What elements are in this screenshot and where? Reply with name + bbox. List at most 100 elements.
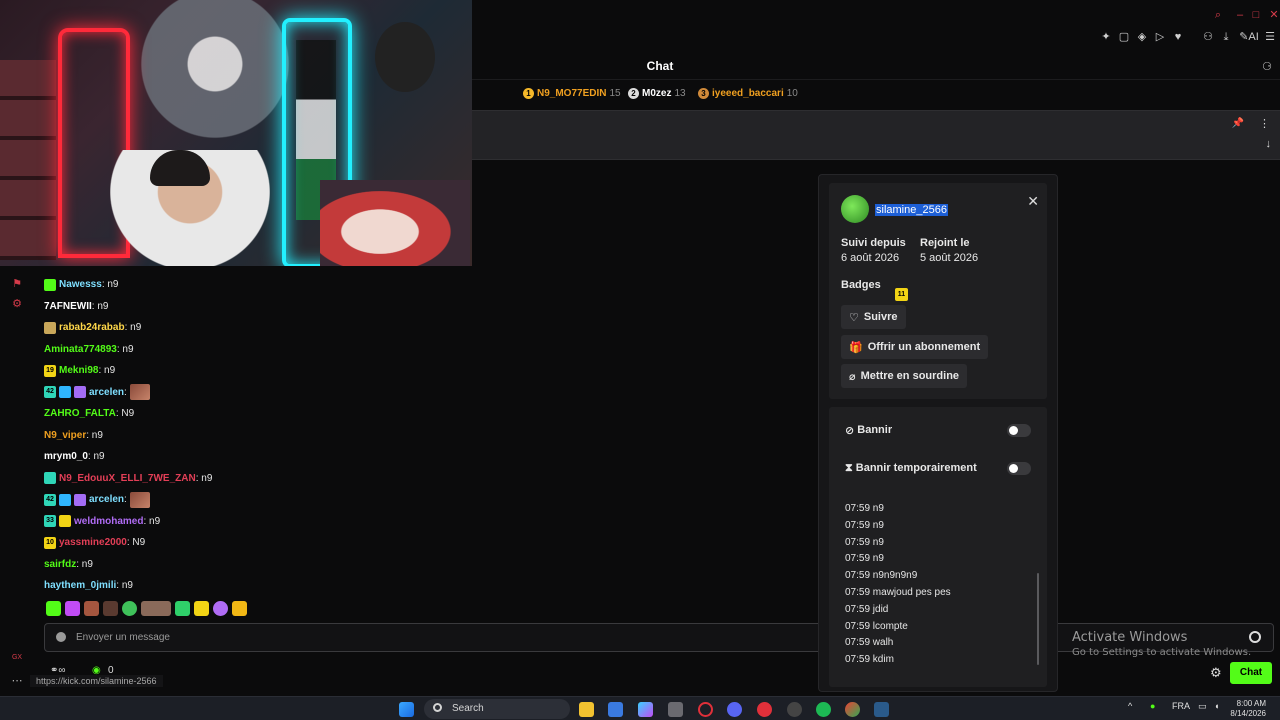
ban-toggle[interactable]: [1007, 423, 1031, 437]
follow-button[interactable]: ♡ Suivre: [841, 305, 906, 329]
leader-3[interactable]: 3 iyeeed_baccari 10: [698, 88, 798, 99]
avatar[interactable]: [841, 195, 869, 223]
shield-icon[interactable]: ◈: [1136, 31, 1148, 43]
emote-icon[interactable]: GX: [11, 654, 23, 666]
window-icon[interactable]: ▢: [1118, 31, 1130, 43]
chat-message: haythem_0jmili: n9: [44, 575, 504, 597]
chat-title: Chat: [646, 59, 674, 73]
chat-username[interactable]: Nawesss: [59, 279, 102, 290]
user-badge: [44, 472, 56, 485]
emote[interactable]: [46, 601, 61, 616]
play-icon[interactable]: ▷: [1154, 31, 1166, 43]
discord-icon[interactable]: [727, 702, 742, 717]
ai-icon[interactable]: ✎AI: [1238, 31, 1260, 43]
chat-username[interactable]: N9_viper: [44, 430, 86, 441]
chat-username[interactable]: 7AFNEWII: [44, 301, 92, 312]
history-item: 07:59 n9: [845, 536, 884, 548]
taskbar-clock[interactable]: 8:00 AM 8/14/2026: [1230, 699, 1266, 719]
emote[interactable]: [103, 601, 118, 616]
opera-gx-icon[interactable]: [698, 702, 713, 717]
emote[interactable]: [65, 601, 80, 616]
user-badge: 33: [44, 515, 56, 528]
app-icon[interactable]: [757, 702, 772, 717]
close-icon[interactable]: ✕: [1027, 193, 1039, 210]
chat-username[interactable]: yassmine2000: [59, 537, 127, 548]
language-indicator[interactable]: FRA: [1172, 701, 1190, 711]
copilot-icon[interactable]: [638, 702, 653, 717]
volume-icon[interactable]: ◖: [1214, 701, 1219, 711]
download-icon[interactable]: ⤓: [1220, 31, 1232, 43]
temp-ban-toggle[interactable]: [1007, 461, 1031, 475]
emote[interactable]: [141, 601, 171, 616]
history-scrollbar[interactable]: [1037, 573, 1039, 665]
mute-button[interactable]: ⌀ Mettre en sourdine: [841, 364, 968, 388]
chat-send-button[interactable]: Chat: [1230, 662, 1272, 684]
chat-username[interactable]: arcelen: [89, 494, 124, 505]
tray-chevron-icon[interactable]: ^: [1128, 701, 1132, 711]
search-icon[interactable]: ⌕: [1212, 9, 1224, 21]
minimize-icon[interactable]: –: [1234, 9, 1246, 21]
network-icon[interactable]: ▭: [1198, 701, 1207, 712]
followed-value: 6 août 2026: [841, 252, 900, 264]
maximize-icon[interactable]: □: [1250, 9, 1262, 21]
pin-icon[interactable]: 📌: [1232, 118, 1244, 129]
windows-start-icon[interactable]: [399, 702, 414, 717]
smile-icon[interactable]: [56, 632, 66, 642]
user-info-card: silamine_2566 ✕ Suivi depuis 6 août 2026…: [829, 183, 1047, 399]
calculator-icon[interactable]: [668, 702, 683, 717]
steam-icon[interactable]: [874, 702, 889, 717]
chat-username[interactable]: Mekni98: [59, 365, 98, 376]
close-window-icon[interactable]: ✕: [1268, 9, 1280, 21]
emote[interactable]: [122, 601, 137, 616]
user-badge: [44, 278, 56, 291]
chat-username[interactable]: N9_EdouuX_ELLI_7WE_ZAN: [59, 473, 196, 484]
gear-icon[interactable]: ⚙: [11, 297, 23, 310]
users-icon[interactable]: ⚆: [1262, 60, 1272, 73]
more-options-icon[interactable]: ⋮: [1259, 117, 1270, 130]
pinned-message-bar[interactable]: 📌 ⋮ ↓: [472, 110, 1280, 160]
mod-icon[interactable]: ⚑: [11, 277, 23, 290]
emote[interactable]: [194, 601, 209, 616]
app-icon[interactable]: [787, 702, 802, 717]
arrow-down-icon[interactable]: ↓: [1266, 138, 1272, 150]
follow-label: Suivre: [863, 311, 898, 323]
chat-username[interactable]: sairfdz: [44, 559, 76, 570]
gift-sub-button[interactable]: 🎁 Offrir un abonnement: [841, 335, 989, 359]
file-explorer-icon[interactable]: [579, 702, 594, 717]
emote[interactable]: [175, 601, 190, 616]
spotify-icon[interactable]: [816, 702, 831, 717]
chat-username[interactable]: Aminata774893: [44, 344, 117, 355]
taskbar-search-label: Search: [452, 703, 484, 714]
heart-icon[interactable]: ♥: [1172, 31, 1184, 43]
chat-username[interactable]: mrym0_0: [44, 451, 88, 462]
history-item: 07:59 n9: [845, 503, 884, 514]
mic-icon[interactable]: ●: [1150, 701, 1155, 711]
stream-video[interactable]: [0, 0, 472, 266]
moderation-card: ⊘ Bannir ⧗ Bannir temporairement 07:59 n…: [829, 407, 1047, 687]
taskbar-search[interactable]: Search: [424, 699, 570, 719]
chat-username[interactable]: rabab24rabab: [59, 322, 125, 333]
chrome-icon[interactable]: [845, 702, 860, 717]
pin-icon[interactable]: ✦: [1100, 31, 1112, 43]
popup-username[interactable]: silamine_2566: [875, 204, 948, 216]
chat-username[interactable]: ZAHRO_FALTA: [44, 408, 116, 419]
account-icon[interactable]: ⚇: [1202, 31, 1214, 43]
more-icon[interactable]: ⋯: [11, 674, 23, 687]
leader-1[interactable]: 1 N9_MO77EDIN 15: [523, 88, 621, 99]
chat-username[interactable]: arcelen: [89, 387, 124, 398]
side-icons: ⚑ ⚙ GX ⋯: [0, 266, 34, 690]
gear-icon[interactable]: ⚙: [1210, 666, 1224, 680]
menu-icon[interactable]: ☰: [1264, 31, 1276, 43]
leader-2[interactable]: 2 M0zez 13: [628, 88, 686, 99]
search-icon: [433, 703, 442, 712]
chat-username[interactable]: haythem_0jmili: [44, 580, 116, 591]
store-icon[interactable]: [608, 702, 623, 717]
input-footer: ⚭∞ ◉ 0 ⚙ Chat: [44, 662, 1280, 688]
temp-ban-label: Bannir temporairement: [855, 462, 977, 474]
emote[interactable]: [84, 601, 99, 616]
chat-message: N9_viper: n9: [44, 425, 504, 447]
chat-username[interactable]: weldmohamed: [74, 516, 143, 527]
watermark-subtitle: Go to Settings to activate Windows.: [1072, 647, 1252, 658]
emote[interactable]: [213, 601, 228, 616]
emote[interactable]: [232, 601, 247, 616]
